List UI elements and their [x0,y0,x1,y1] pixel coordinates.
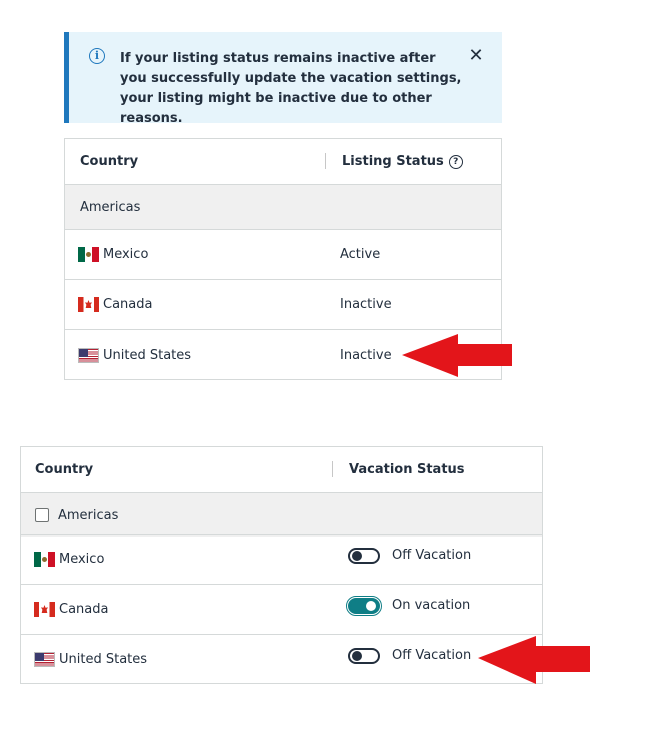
red-arrow-icon [478,636,590,684]
vacation-cell: Off Vacation [348,531,471,580]
country-name: Canada [103,297,153,312]
country-cell: Canada [78,280,152,329]
table-row: Canada On vacation [21,584,542,634]
us-flag-icon [78,347,99,363]
alert-message: If your listing status remains inactive … [120,51,462,126]
country-name: United States [103,347,192,363]
country-name: Canada [59,602,109,617]
group-cell: Americas [35,493,118,537]
us-flag-icon [34,652,55,667]
vacation-toggle[interactable] [348,647,380,664]
table-row: Mexico Active [65,229,501,279]
country-cell: Mexico [34,535,104,584]
vacation-toggle[interactable] [348,547,380,564]
info-alert: i If your listing status remains inactiv… [64,32,502,126]
vacation-cell: On vacation [346,581,471,630]
group-label: Americas [80,199,141,215]
red-arrow-icon [402,334,512,377]
country-cell: Canada [34,585,108,634]
column-header-listing-status[interactable]: Listing Status? [342,139,463,184]
question-circle-icon[interactable]: ? [448,154,463,169]
info-icon: i [89,48,105,64]
mexico-flag-icon [34,552,55,567]
country-name: United States [59,652,148,667]
vacation-status-table: Country Vacation Status Americas Mexico … [20,446,543,684]
column-divider [332,461,333,477]
column-header-country[interactable]: Country [80,139,138,184]
country-name: Mexico [59,552,105,567]
vacation-toggle[interactable] [346,595,382,616]
toggle-knob [352,650,362,661]
listing-status-value: Active [340,247,381,262]
column-header-label: Listing Status [342,154,444,169]
column-divider [325,153,326,169]
country-cell: United States [34,635,147,684]
close-icon[interactable]: ✕ [466,46,486,66]
listing-status-value: Inactive [340,297,392,312]
table-row: Canada Inactive [65,279,501,329]
toggle-knob [366,600,376,611]
table-row: United States Off Vacation [21,634,542,684]
vacation-status-label: On vacation [392,598,471,613]
country-name: Mexico [103,247,149,262]
group-label: Americas [58,507,119,523]
country-cell: Mexico [78,230,148,279]
column-header-country[interactable]: Country [35,447,93,492]
table-row: Mexico Off Vacation [21,534,542,584]
listing-status-value: Inactive [340,347,392,363]
column-header-vacation-status[interactable]: Vacation Status [349,447,465,492]
vacation-cell: Off Vacation [348,631,471,680]
vacation-status-label: Off Vacation [392,548,472,563]
mexico-flag-icon [78,247,99,262]
table-header: Country Listing Status? [65,139,501,184]
table-header: Country Vacation Status [21,447,542,492]
canada-flag-icon [78,297,99,312]
group-row-americas: Americas [65,184,501,229]
vacation-status-label: Off Vacation [392,648,472,663]
select-all-checkbox[interactable] [35,508,49,522]
canada-flag-icon [34,602,55,617]
toggle-knob [352,550,362,561]
country-cell: United States [78,330,191,380]
